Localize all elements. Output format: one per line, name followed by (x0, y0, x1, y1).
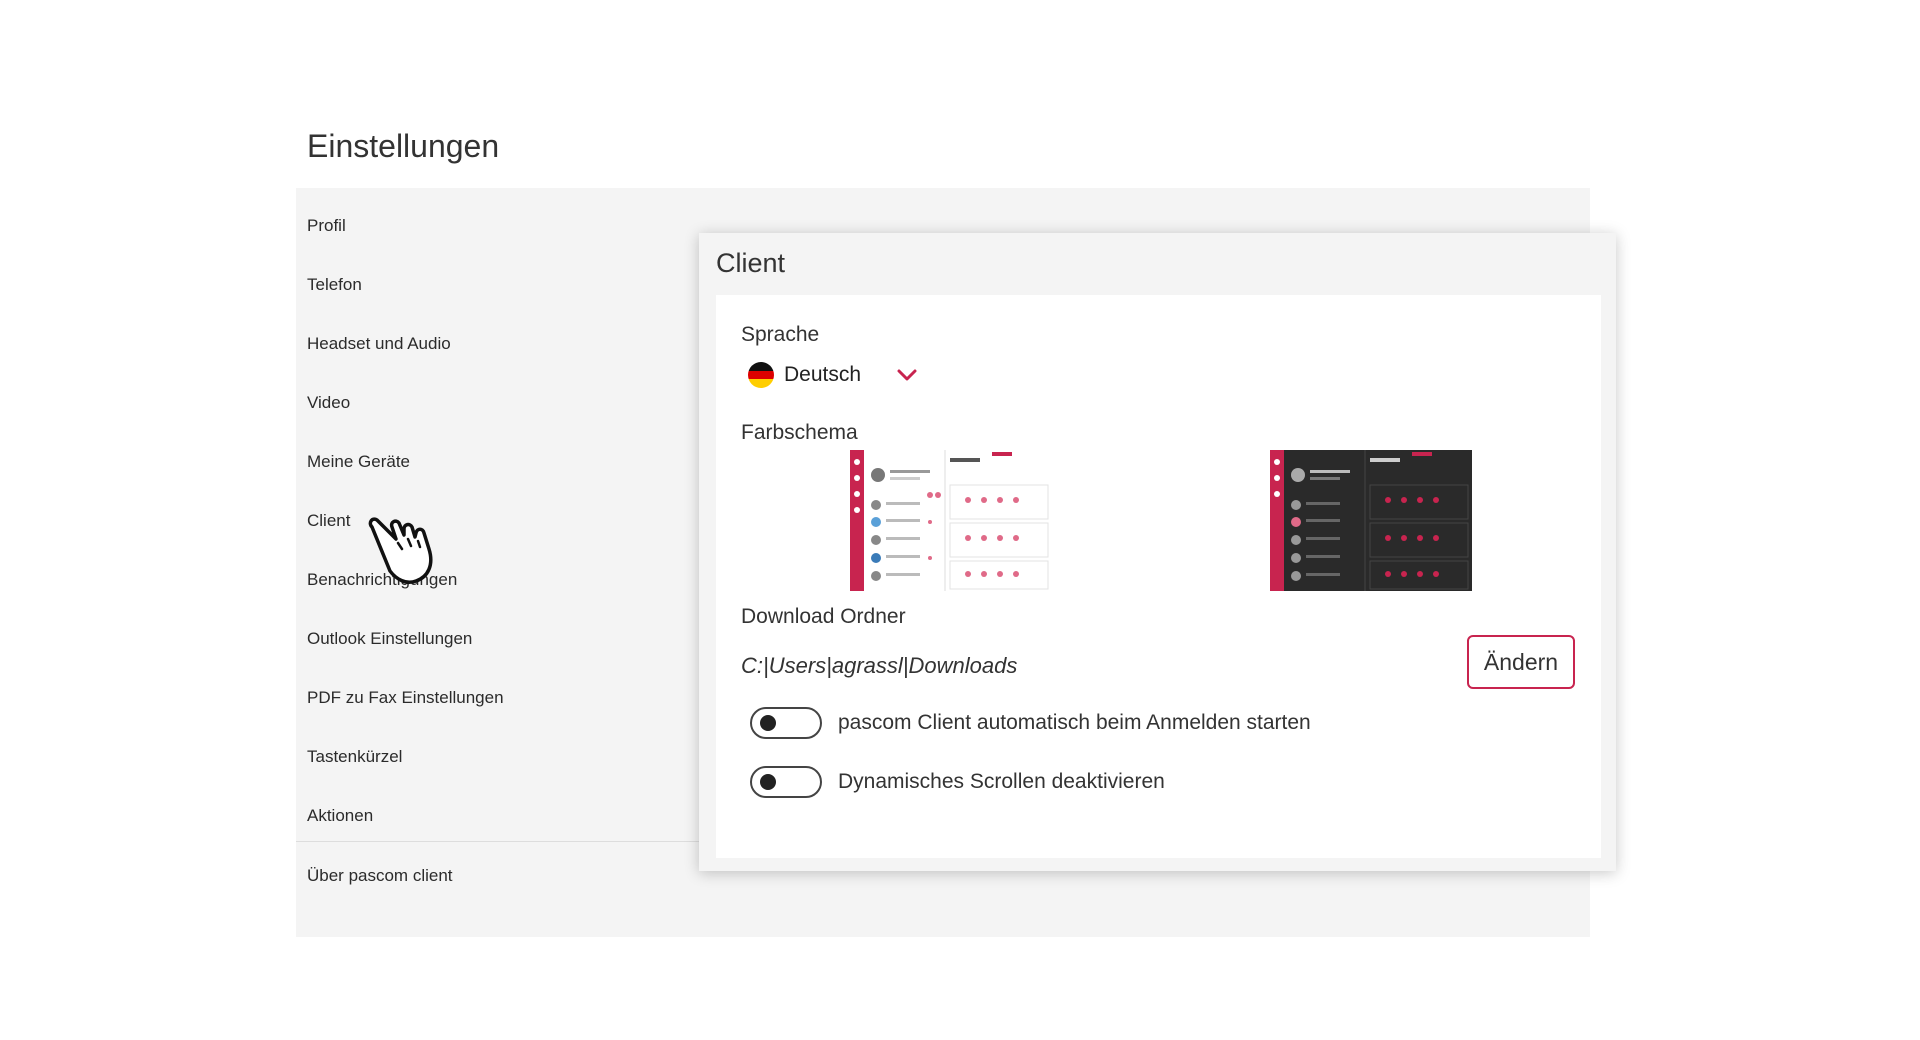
language-value: Deutsch (784, 363, 862, 386)
change-folder-button[interactable]: Ändern (1467, 635, 1575, 689)
language-label: Sprache (741, 323, 820, 346)
sidebar-item-profil[interactable]: Profil (307, 216, 346, 236)
sidebar-item-headset[interactable]: Headset und Audio (307, 334, 451, 354)
toggle-knob (760, 774, 776, 790)
chevron-down-icon (897, 369, 917, 381)
theme-dark-option[interactable] (1270, 450, 1472, 591)
autostart-label: pascom Client automatisch beim Anmelden … (838, 711, 1311, 734)
toggle-row-autostart: pascom Client automatisch beim Anmelden … (750, 707, 1311, 739)
hand-pointer-icon (368, 517, 433, 584)
sidebar-item-ueber[interactable]: Über pascom client (307, 866, 453, 886)
sidebar-item-aktionen[interactable]: Aktionen (307, 806, 373, 826)
sidebar-item-client[interactable]: Client (307, 511, 350, 531)
dynamic-scroll-label: Dynamisches Scrollen deaktivieren (838, 770, 1165, 793)
client-card-body: Sprache Deutsch Farbschema Download Ordn… (716, 295, 1601, 858)
language-select[interactable]: Deutsch (748, 360, 917, 390)
german-flag-icon (748, 362, 774, 388)
sidebar-item-outlook[interactable]: Outlook Einstellungen (307, 629, 472, 649)
toggle-row-scrolling: Dynamisches Scrollen deaktivieren (750, 766, 1165, 798)
sidebar-item-telefon[interactable]: Telefon (307, 275, 362, 295)
page-title: Einstellungen (307, 128, 500, 164)
download-path: C:|Users|agrassl|Downloads (741, 653, 1018, 678)
toggle-knob (760, 715, 776, 731)
sidebar-item-geraete[interactable]: Meine Geräte (307, 452, 410, 472)
dynamic-scroll-toggle[interactable] (750, 766, 822, 798)
sidebar-item-video[interactable]: Video (307, 393, 350, 413)
sidebar-divider (296, 841, 700, 842)
theme-light-option[interactable] (850, 450, 1052, 591)
autostart-toggle[interactable] (750, 707, 822, 739)
sidebar-item-tastenkuerzel[interactable]: Tastenkürzel (307, 747, 402, 767)
color-scheme-label: Farbschema (741, 421, 858, 444)
client-settings-card: Client Sprache Deutsch Farbschema Downlo… (699, 233, 1616, 871)
sidebar-item-pdf-fax[interactable]: PDF zu Fax Einstellungen (307, 688, 504, 708)
client-card-title: Client (716, 248, 786, 278)
download-folder-label: Download Ordner (741, 605, 906, 628)
